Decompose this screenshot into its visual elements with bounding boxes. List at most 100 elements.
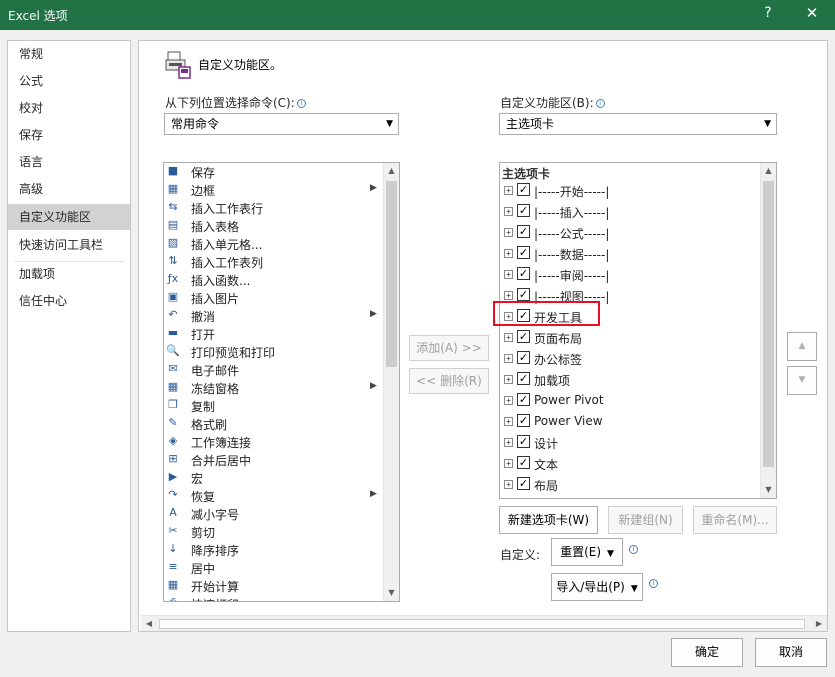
- command-item[interactable]: ✉ 电子邮件: [164, 361, 386, 379]
- ribbon-tab-item[interactable]: + ✓ 文本: [500, 454, 762, 475]
- command-item[interactable]: ▧ 插入单元格...: [164, 235, 386, 253]
- scroll-down-icon[interactable]: ▼: [384, 585, 399, 601]
- nav-item-language[interactable]: 语言: [8, 149, 130, 175]
- ribbon-tab-item[interactable]: + ✓ 办公标签: [500, 349, 762, 370]
- command-item[interactable]: ▦ 开始计算: [164, 577, 386, 595]
- command-item[interactable]: ≡ 居中: [164, 559, 386, 577]
- scroll-thumb[interactable]: [386, 181, 397, 367]
- expand-icon[interactable]: +: [504, 291, 513, 300]
- nav-item-save[interactable]: 保存: [8, 122, 130, 148]
- command-item[interactable]: ⎙ 快速打印: [164, 595, 386, 601]
- expand-icon[interactable]: +: [504, 207, 513, 216]
- scroll-down-icon[interactable]: ▼: [761, 482, 776, 498]
- ribbon-tab-item[interactable]: + ✓ |-----数据-----|: [500, 244, 762, 265]
- tab-checkbox[interactable]: ✓: [517, 372, 530, 385]
- ribbon-tab-item[interactable]: + ✓ |-----插入-----|: [500, 202, 762, 223]
- ribbon-tab-item[interactable]: + ✓ 加载项: [500, 370, 762, 391]
- command-item[interactable]: ▦ 冻结窗格 ▶: [164, 379, 386, 397]
- tree-scrollbar[interactable]: ▲ ▼: [760, 163, 776, 498]
- scroll-thumb[interactable]: [159, 619, 805, 629]
- command-item[interactable]: 🔍 打印预览和打印: [164, 343, 386, 361]
- expand-icon[interactable]: +: [504, 249, 513, 258]
- ribbon-tab-item[interactable]: + ✓ |-----审阅-----|: [500, 265, 762, 286]
- choose-commands-dropdown[interactable]: 常用命令 ▼: [164, 113, 399, 135]
- panel-horizontal-scrollbar[interactable]: ◀ ▶: [141, 615, 827, 631]
- command-item[interactable]: ↷ 恢复 ▶: [164, 487, 386, 505]
- ribbon-tabs-tree[interactable]: 主选项卡 + ✓ |-----开始-----| + ✓ |-----插入-----| + ✓ |…: [499, 162, 777, 499]
- scroll-up-icon[interactable]: ▲: [384, 163, 399, 179]
- scroll-thumb[interactable]: [763, 181, 774, 467]
- command-item[interactable]: ✎ 格式刷: [164, 415, 386, 433]
- command-item[interactable]: ▶ 宏: [164, 469, 386, 487]
- nav-item-trust-center[interactable]: 信任中心: [8, 288, 130, 314]
- ribbon-tab-item[interactable]: + ✓ |-----公式-----|: [500, 223, 762, 244]
- nav-item-add-ins[interactable]: 加载项: [8, 261, 130, 287]
- ribbon-tab-item[interactable]: + ✓ 页面布局: [500, 328, 762, 349]
- nav-item-general[interactable]: 常规: [8, 41, 130, 67]
- ribbon-tab-item[interactable]: + ✓ |-----开始-----|: [500, 181, 762, 202]
- command-item[interactable]: ⇅ 插入工作表列: [164, 253, 386, 271]
- remove-button[interactable]: << 删除(R): [409, 368, 489, 394]
- cancel-button[interactable]: 取消: [755, 638, 827, 667]
- command-item[interactable]: ✂ 剪切: [164, 523, 386, 541]
- command-item[interactable]: ↶ 撤消 ▶: [164, 307, 386, 325]
- scroll-up-icon[interactable]: ▲: [761, 163, 776, 179]
- nav-item-formulas[interactable]: 公式: [8, 68, 130, 94]
- command-item[interactable]: A 减小字号: [164, 505, 386, 523]
- help-icon[interactable]: ?: [758, 5, 778, 25]
- commands-scrollbar[interactable]: ▲ ▼: [383, 163, 399, 601]
- import-export-button[interactable]: 导入/导出(P) ▼: [551, 573, 643, 601]
- tab-checkbox[interactable]: ✓: [517, 393, 530, 406]
- rename-button[interactable]: 重命名(M)...: [693, 506, 777, 534]
- tab-checkbox[interactable]: ✓: [517, 456, 530, 469]
- customize-ribbon-dropdown[interactable]: 主选项卡 ▼: [499, 113, 777, 135]
- reset-button[interactable]: 重置(E) ▼: [551, 538, 623, 566]
- command-item[interactable]: ↓ 降序排序: [164, 541, 386, 559]
- expand-icon[interactable]: +: [504, 354, 513, 363]
- expand-icon[interactable]: +: [504, 333, 513, 342]
- expand-icon[interactable]: +: [504, 270, 513, 279]
- tab-checkbox[interactable]: ✓: [517, 267, 530, 280]
- tab-checkbox[interactable]: ✓: [517, 477, 530, 490]
- tab-checkbox[interactable]: ✓: [517, 414, 530, 427]
- nav-item-quick-access-toolbar[interactable]: 快速访问工具栏: [8, 232, 130, 258]
- command-item[interactable]: ⊞ 合并后居中: [164, 451, 386, 469]
- tab-checkbox[interactable]: ✓: [517, 246, 530, 259]
- command-item[interactable]: ⇆ 插入工作表行: [164, 199, 386, 217]
- close-icon[interactable]: ✕: [802, 4, 822, 24]
- tab-checkbox[interactable]: ✓: [517, 435, 530, 448]
- expand-icon[interactable]: +: [504, 459, 513, 468]
- command-item[interactable]: ƒx 插入函数...: [164, 271, 386, 289]
- command-item[interactable]: ❐ 复制: [164, 397, 386, 415]
- expand-icon[interactable]: +: [504, 480, 513, 489]
- tab-checkbox[interactable]: ✓: [517, 498, 530, 499]
- move-up-button[interactable]: ▲: [787, 332, 817, 361]
- scroll-right-icon[interactable]: ▶: [811, 616, 827, 632]
- ribbon-tab-item[interactable]: + ✓ 布局: [500, 475, 762, 496]
- command-item[interactable]: ▤ 插入表格: [164, 217, 386, 235]
- command-item[interactable]: ▦ 边框 ▶: [164, 181, 386, 199]
- tab-checkbox[interactable]: ✓: [517, 183, 530, 196]
- tab-checkbox[interactable]: ✓: [517, 225, 530, 238]
- nav-item-advanced[interactable]: 高级: [8, 176, 130, 202]
- tab-checkbox[interactable]: ✓: [517, 330, 530, 343]
- tab-checkbox[interactable]: ✓: [517, 351, 530, 364]
- expand-icon[interactable]: +: [504, 186, 513, 195]
- expand-icon[interactable]: +: [504, 375, 513, 384]
- ribbon-tab-item[interactable]: + ✓ 设计: [500, 433, 762, 454]
- nav-item-proofing[interactable]: 校对: [8, 95, 130, 121]
- expand-icon[interactable]: +: [504, 228, 513, 237]
- ok-button[interactable]: 确定: [671, 638, 743, 667]
- command-item[interactable]: ■ 保存: [164, 163, 386, 181]
- scroll-left-icon[interactable]: ◀: [141, 616, 157, 632]
- add-button[interactable]: 添加(A) >>: [409, 335, 489, 361]
- tab-checkbox[interactable]: ✓: [517, 204, 530, 217]
- commands-list[interactable]: ■ 保存 ▦ 边框 ▶ ⇆ 插入工作表行 ▤ 插入表格 ▧ 插入单元格... ⇅ 插入工作表列 ƒx 插入函…: [163, 162, 400, 602]
- expand-icon[interactable]: +: [504, 417, 513, 426]
- ribbon-tab-item[interactable]: + ✓ Power Pivot: [500, 391, 762, 412]
- expand-icon[interactable]: +: [504, 396, 513, 405]
- ribbon-tab-item[interactable]: + ✓ Power View: [500, 412, 762, 433]
- command-item[interactable]: ◈ 工作簿连接: [164, 433, 386, 451]
- nav-item-customize-ribbon[interactable]: 自定义功能区: [8, 204, 130, 230]
- command-item[interactable]: ▬ 打开: [164, 325, 386, 343]
